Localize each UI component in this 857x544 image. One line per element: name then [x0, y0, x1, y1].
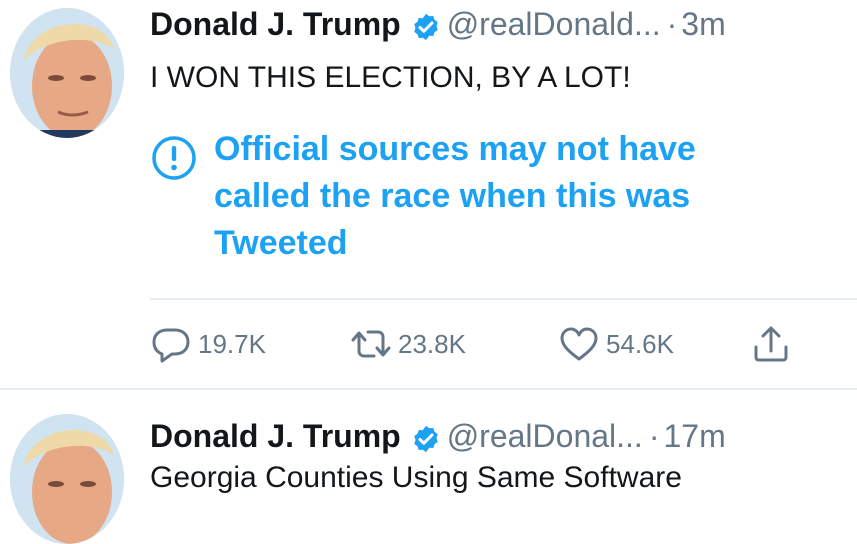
reply-button[interactable]: 19.7K	[150, 318, 266, 370]
retweet-count: 23.8K	[398, 328, 466, 359]
tweet-header: Donald J. Trump @realDonal... · 17m	[150, 414, 726, 458]
divider	[150, 298, 857, 300]
share-button[interactable]	[750, 318, 798, 370]
reply-icon	[152, 328, 190, 363]
tweet[interactable]: Donald J. Trump @realDonal... · 17m Geor…	[0, 388, 857, 544]
header-separator: ·	[666, 6, 678, 42]
avatar[interactable]	[10, 8, 124, 138]
election-notice-link[interactable]: Official sources may not have called the…	[150, 126, 800, 267]
share-icon	[754, 326, 788, 362]
tweet-text: Georgia Counties Using Same Software	[150, 461, 682, 494]
tweet-text: I WON THIS ELECTION, BY A LOT!	[150, 61, 631, 94]
avatar-portrait	[10, 8, 124, 138]
avatar[interactable]	[10, 414, 124, 544]
reply-count: 19.7K	[198, 328, 266, 359]
avatar-portrait	[10, 414, 124, 544]
tweet[interactable]: Donald J. Trump @realDonald... · 3m I WO…	[0, 0, 857, 388]
author-handle[interactable]: @realDonald...	[447, 2, 661, 46]
like-button[interactable]: 54.6K	[558, 318, 674, 370]
header-separator: ·	[648, 418, 660, 454]
author-handle[interactable]: @realDonal...	[447, 414, 643, 458]
author-name[interactable]: Donald J. Trump	[150, 414, 401, 458]
author-name[interactable]: Donald J. Trump	[150, 2, 401, 46]
retweet-button[interactable]: 23.8K	[350, 318, 466, 370]
heart-icon	[560, 327, 598, 361]
exclamation-circle-icon	[150, 134, 198, 182]
retweet-icon	[351, 330, 391, 358]
verified-badge-icon	[411, 421, 441, 453]
tweet-header: Donald J. Trump @realDonald... · 3m	[150, 2, 726, 46]
like-count: 54.6K	[606, 328, 674, 359]
tweet-timestamp[interactable]: 17m	[663, 414, 725, 458]
verified-badge-icon	[411, 9, 441, 41]
tweet-actions: 19.7K 23.8K 54.6K	[150, 318, 810, 370]
notice-text: Official sources may not have called the…	[214, 130, 696, 262]
tweet-timestamp[interactable]: 3m	[681, 2, 725, 46]
